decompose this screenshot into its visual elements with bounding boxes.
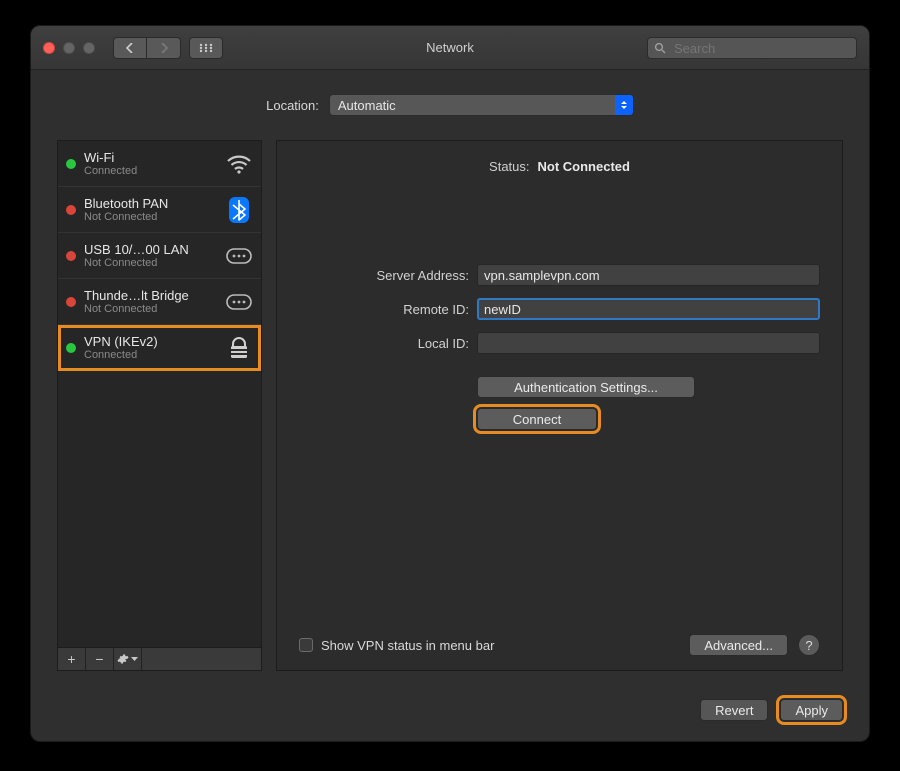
add-service-button[interactable]: +: [58, 648, 86, 670]
network-prefs-window: Network Location: Automatic Wi-FiConnect…: [30, 25, 870, 742]
bluetooth-icon: [225, 198, 253, 222]
titlebar: Network: [31, 26, 869, 70]
lock-icon: [225, 336, 253, 360]
service-name: USB 10/…00 LAN: [84, 242, 217, 257]
gear-icon: [117, 653, 129, 665]
service-name: VPN (IKEv2): [84, 334, 217, 349]
connect-button[interactable]: Connect: [477, 408, 597, 430]
close-window-button[interactable]: [43, 42, 55, 54]
remove-service-button[interactable]: −: [86, 648, 114, 670]
apply-button[interactable]: Apply: [780, 699, 843, 721]
remote-id-input[interactable]: [477, 298, 820, 320]
revert-button[interactable]: Revert: [700, 699, 768, 721]
status-dot-icon: [66, 159, 76, 169]
services-sidebar: Wi-FiConnectedBluetooth PANNot Connected…: [57, 140, 262, 671]
service-item-wifi[interactable]: Wi-FiConnected: [58, 141, 261, 187]
service-item-dongle[interactable]: USB 10/…00 LANNot Connected: [58, 233, 261, 279]
wifi-icon: [225, 152, 253, 176]
dropdown-stepper-icon: [615, 95, 633, 115]
location-value: Automatic: [338, 98, 396, 113]
services-list[interactable]: Wi-FiConnectedBluetooth PANNot Connected…: [57, 140, 262, 647]
status-dot-icon: [66, 297, 76, 307]
highlight-connect: Connect: [477, 408, 597, 430]
service-actions-menu[interactable]: [114, 648, 142, 670]
authentication-settings-button[interactable]: Authentication Settings...: [477, 376, 695, 398]
show-vpn-menubar-checkbox[interactable]: [299, 638, 313, 652]
location-label: Location:: [266, 98, 319, 113]
advanced-button[interactable]: Advanced...: [689, 634, 788, 656]
service-name: Wi-Fi: [84, 150, 217, 165]
search-icon: [654, 42, 666, 54]
server-address-input[interactable]: [477, 264, 820, 286]
zoom-window-button[interactable]: [83, 42, 95, 54]
chevron-down-icon: [131, 657, 138, 662]
service-status: Not Connected: [84, 211, 217, 223]
search-field[interactable]: [647, 37, 857, 59]
server-address-label: Server Address:: [299, 268, 469, 283]
services-toolbar: + −: [57, 647, 262, 671]
service-status: Not Connected: [84, 257, 217, 269]
help-button[interactable]: ?: [798, 634, 820, 656]
location-dropdown[interactable]: Automatic: [329, 94, 634, 116]
service-item-lock[interactable]: VPN (IKEv2)Connected: [58, 325, 261, 371]
status-dot-icon: [66, 205, 76, 215]
back-button[interactable]: [113, 37, 147, 59]
local-id-input[interactable]: [477, 332, 820, 354]
service-status: Not Connected: [84, 303, 217, 315]
dongle-icon: [225, 290, 253, 314]
dongle-icon: [225, 244, 253, 268]
service-item-dongle[interactable]: Thunde…lt BridgeNot Connected: [58, 279, 261, 325]
service-status: Connected: [84, 349, 217, 361]
status-dot-icon: [66, 251, 76, 261]
show-all-button[interactable]: [189, 37, 223, 59]
service-detail-pane: Status: Not Connected Server Address: Re…: [276, 140, 843, 671]
show-vpn-menubar-label: Show VPN status in menu bar: [321, 638, 494, 653]
local-id-label: Local ID:: [299, 336, 469, 351]
location-row: Location: Automatic: [31, 70, 869, 140]
highlight-apply: Apply: [780, 699, 843, 721]
remote-id-label: Remote ID:: [299, 302, 469, 317]
service-name: Thunde…lt Bridge: [84, 288, 217, 303]
status-value: Not Connected: [538, 159, 630, 174]
status-label: Status:: [489, 159, 529, 174]
forward-button[interactable]: [147, 37, 181, 59]
service-item-bluetooth[interactable]: Bluetooth PANNot Connected: [58, 187, 261, 233]
service-status: Connected: [84, 165, 217, 177]
search-input[interactable]: [672, 40, 852, 57]
status-dot-icon: [66, 343, 76, 353]
service-name: Bluetooth PAN: [84, 196, 217, 211]
minimize-window-button[interactable]: [63, 42, 75, 54]
